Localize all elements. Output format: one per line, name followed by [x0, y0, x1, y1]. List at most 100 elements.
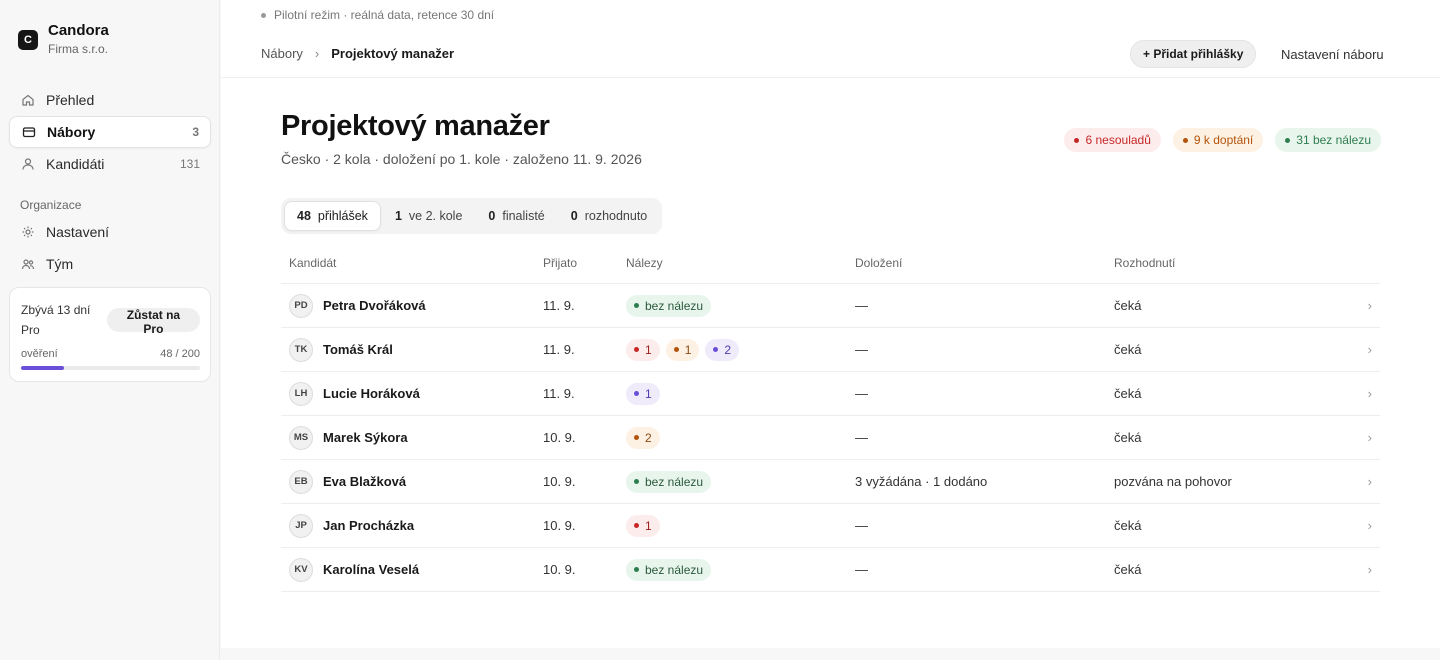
- meter-label: ověření: [21, 348, 58, 360]
- finding-label: 1: [645, 342, 652, 357]
- finding-badge[interactable]: 1: [665, 338, 700, 361]
- finding-badge[interactable]: 1: [626, 338, 660, 361]
- candidate-name[interactable]: Eva Blažková: [323, 474, 406, 489]
- breadcrumb-parent[interactable]: Nábory: [261, 46, 303, 61]
- findings-cell: bez nálezu: [626, 294, 855, 317]
- table-row[interactable]: MS Marek Sýkora 10. 9. 2 — čeká ›: [281, 416, 1380, 460]
- finding-label: 1: [645, 518, 652, 533]
- avatar: JP: [289, 513, 313, 538]
- status-tabs: 48 přihlášek 1 ve 2. kole 0 finalisté 0 rozhodn…: [281, 198, 663, 234]
- chevron-right-icon[interactable]: ›: [1350, 386, 1380, 401]
- sidebar-item-prehled[interactable]: Přehled: [9, 84, 211, 116]
- finding-badge[interactable]: 1: [626, 382, 660, 405]
- brand-name: Candora: [48, 22, 109, 39]
- candidate-cell: KV Karolína Veselá: [281, 557, 543, 582]
- decision-status: čeká: [1114, 386, 1142, 401]
- stay-pro-button[interactable]: Zůstat na Pro: [106, 308, 200, 336]
- sidebar-item-nastaveni[interactable]: Nastavení: [9, 216, 211, 248]
- finding-badge[interactable]: 2: [626, 426, 660, 449]
- sidebar-item-kandidati[interactable]: Kandidáti 131: [9, 148, 211, 180]
- findings-cell: 1: [626, 382, 855, 405]
- chevron-right-icon[interactable]: ›: [1350, 518, 1380, 533]
- column-header-findings[interactable]: Nálezy: [626, 256, 855, 270]
- table-header: Kandidát Přijato Nálezy Doložení Rozhodn…: [281, 242, 1380, 284]
- table-row[interactable]: LH Lucie Horáková 11. 9. 1 — čeká ›: [281, 372, 1380, 416]
- sidebar-item-nabory[interactable]: Nábory 3: [9, 116, 211, 148]
- sidebar-item-label: Nábory: [47, 124, 96, 140]
- candidate-name[interactable]: Jan Procházka: [323, 518, 414, 533]
- chevron-right-icon[interactable]: ›: [1350, 474, 1380, 489]
- finding-badge[interactable]: 1: [626, 514, 660, 537]
- decision-status: čeká: [1114, 342, 1142, 357]
- sidebar-item-tym[interactable]: Tým: [9, 248, 211, 280]
- brand-logo: C: [18, 30, 38, 50]
- tab-přihlášek[interactable]: 48 přihlášek: [284, 201, 381, 231]
- status-dot-icon: [634, 479, 639, 484]
- decision-status: čeká: [1114, 518, 1142, 533]
- add-applications-button[interactable]: + Přidat přihlášky: [1130, 40, 1257, 68]
- table-row[interactable]: JP Jan Procházka 10. 9. 1 — čeká ›: [281, 504, 1380, 548]
- table-row[interactable]: TK Tomáš Král 11. 9. 1 1 2 — čeká ›: [281, 328, 1380, 372]
- column-header-received[interactable]: Přijato: [543, 256, 626, 270]
- column-header-candidate[interactable]: Kandidát: [281, 256, 543, 270]
- finding-label: bez nálezu: [645, 298, 704, 313]
- column-header-decision[interactable]: Rozhodnutí: [1114, 256, 1350, 270]
- team-icon: [20, 256, 36, 272]
- table-row[interactable]: KV Karolína Veselá 10. 9. bez nálezu — čeká ›: [281, 548, 1380, 592]
- sidebar-nav: Přehled Nábory 3 Kandidáti 131 Organizac…: [9, 84, 211, 280]
- page-subtitle: Česko · 2 kola · doložení po 1. kole · z…: [281, 151, 642, 167]
- table-row[interactable]: PD Petra Dvořáková 11. 9. bez nálezu — čeká ›: [281, 284, 1380, 328]
- tab-count: 0: [570, 209, 578, 223]
- documents-status: —: [855, 430, 868, 445]
- recruitment-settings-button[interactable]: Nastavení náboru: [1273, 40, 1392, 68]
- chevron-right-icon[interactable]: ›: [1350, 562, 1380, 577]
- status-dot-icon: [634, 435, 639, 440]
- finding-badge[interactable]: 2: [705, 338, 740, 361]
- summary-chip[interactable]: 6 nesouladů: [1064, 128, 1161, 152]
- candidate-name[interactable]: Petra Dvořáková: [323, 298, 426, 313]
- decision-status: čeká: [1114, 298, 1142, 313]
- chevron-right-icon: ›: [314, 46, 320, 61]
- finding-badge[interactable]: bez nálezu: [626, 294, 712, 317]
- tab-ve-2-kole[interactable]: 1 ve 2. kole: [383, 201, 474, 231]
- avatar: TK: [289, 337, 313, 362]
- sidebar: C Candora Firma s.r.o. Přehled Nábory 3 …: [0, 0, 220, 660]
- chevron-right-icon[interactable]: ›: [1350, 430, 1380, 445]
- candidate-name[interactable]: Karolína Veselá: [323, 562, 419, 577]
- avatar: MS: [289, 425, 313, 450]
- chevron-right-icon[interactable]: ›: [1350, 342, 1380, 357]
- avatar: LH: [289, 381, 313, 406]
- summary-chip[interactable]: 9 k doptání: [1172, 128, 1264, 152]
- column-header-documents[interactable]: Doložení: [855, 256, 1114, 270]
- table-body: PD Petra Dvořáková 11. 9. bez nálezu — čeká › T…: [281, 284, 1380, 592]
- finding-label: bez nálezu: [645, 474, 704, 489]
- decision-status: čeká: [1114, 430, 1142, 445]
- home-icon: [20, 92, 36, 108]
- status-dot-icon: [634, 523, 639, 528]
- main-content: Pilotní režim · reálná data, retence 30 …: [221, 0, 1440, 648]
- summary-chip-label: 6 nesouladů: [1085, 133, 1151, 147]
- tab-label: rozhodnuto: [584, 209, 648, 223]
- chevron-right-icon[interactable]: ›: [1350, 298, 1380, 313]
- person-icon: [20, 156, 36, 172]
- documents-status: —: [855, 342, 868, 357]
- tab-finalisté[interactable]: 0 finalisté: [476, 201, 556, 231]
- avatar: PD: [289, 293, 313, 318]
- summary-chip[interactable]: 31 bez nálezu: [1275, 128, 1381, 152]
- sidebar-item-count: 3: [192, 125, 199, 139]
- finding-badge[interactable]: bez nálezu: [626, 558, 712, 581]
- documents-status: 3 vyžádána · 1 dodáno: [855, 474, 988, 489]
- documents-status: —: [855, 386, 868, 401]
- candidate-name[interactable]: Tomáš Král: [323, 342, 393, 357]
- status-dot-icon: [1285, 137, 1291, 143]
- verification-progress-bar: [21, 366, 200, 370]
- table-row[interactable]: EB Eva Blažková 10. 9. bez nálezu 3 vyžádána…: [281, 460, 1380, 504]
- tab-rozhodnuto[interactable]: 0 rozhodnuto: [559, 201, 660, 231]
- finding-label: 1: [645, 386, 652, 401]
- brand[interactable]: C Candora Firma s.r.o.: [18, 22, 109, 57]
- candidate-name[interactable]: Lucie Horáková: [323, 386, 420, 401]
- findings-cell: 1 1 2: [626, 338, 855, 361]
- candidate-name[interactable]: Marek Sýkora: [323, 430, 408, 445]
- finding-badge[interactable]: bez nálezu: [626, 470, 712, 493]
- findings-cell: bez nálezu: [626, 470, 855, 493]
